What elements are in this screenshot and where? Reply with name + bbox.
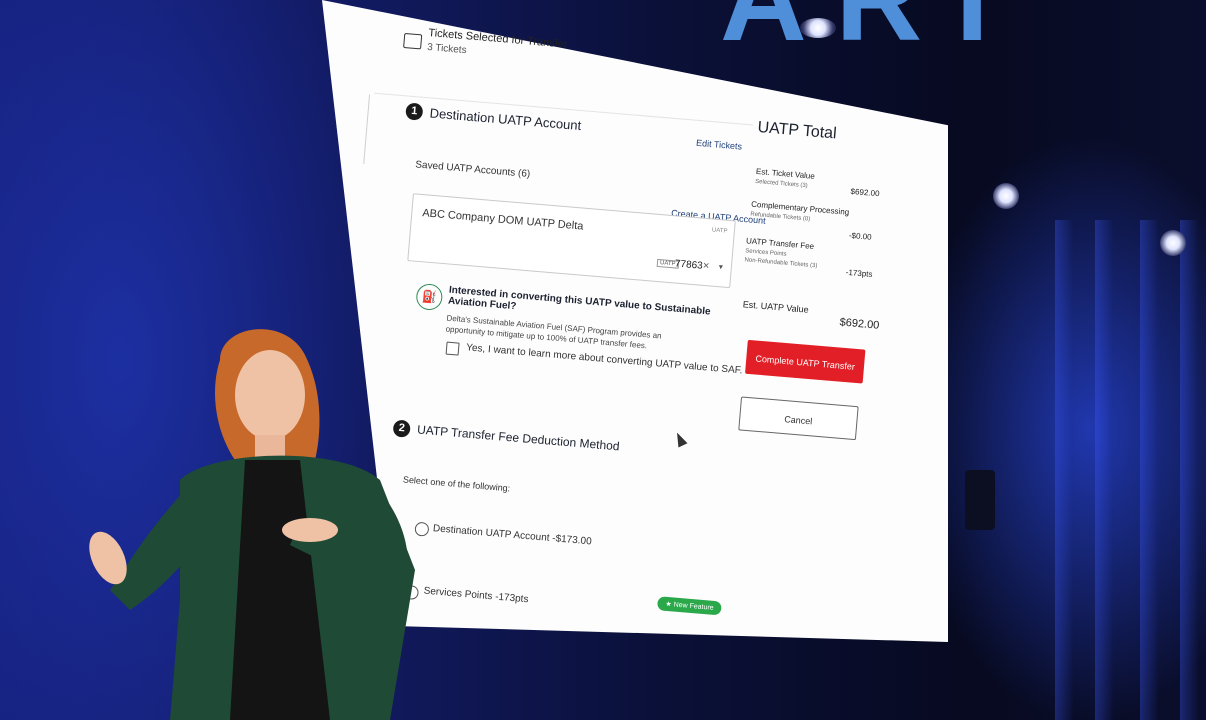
option-amount: -173pts	[494, 591, 529, 606]
step-1-title: Destination UATP Account	[429, 105, 582, 134]
chevron-down-icon[interactable]: ▾	[719, 262, 724, 271]
complete-uatp-transfer-button[interactable]: Complete UATP Transfer	[745, 339, 866, 384]
step-1-number: 1	[405, 102, 424, 121]
curtain-fold	[1140, 220, 1158, 720]
summary-row-value: -173pts	[845, 267, 873, 279]
option-amount: -$173.00	[551, 533, 593, 548]
saved-accounts-label: Saved UATP Accounts (6)	[414, 159, 531, 180]
account-name: ABC Company DOM UATP Delta	[421, 207, 584, 233]
new-feature-badge: ★ New Feature	[656, 596, 723, 616]
summary-row-value: $692.00	[850, 186, 880, 199]
est-uatp-value-label: Est. UATP Value	[742, 299, 810, 315]
tickets-count: 3 Tickets	[426, 41, 467, 57]
cancel-button[interactable]: Cancel	[738, 396, 859, 441]
est-uatp-value: $692.00	[839, 316, 880, 332]
uatp-total-title: UATP Total	[756, 118, 838, 143]
ticket-icon	[403, 32, 423, 50]
edit-tickets-link[interactable]: Edit Tickets	[696, 138, 743, 152]
stage-light	[1160, 230, 1186, 256]
summary-row-sub: Non-Refundable Tickets (3)	[744, 257, 818, 270]
account-tag: UATP	[711, 227, 728, 235]
summary-row-sub: Services Points	[745, 248, 787, 258]
destination-account-select[interactable]: ABC Company DOM UATP Delta UATP UATP 778…	[407, 193, 736, 289]
summary-row-value: -$0.00	[848, 230, 872, 242]
stage-light	[993, 183, 1019, 209]
curtain-fold	[1180, 220, 1198, 720]
clear-selection-icon[interactable]: ×	[702, 260, 709, 272]
curtain-fold	[1095, 220, 1113, 720]
camera-rig	[965, 470, 995, 530]
presenter	[89, 329, 415, 720]
curtain-fold	[1055, 220, 1073, 720]
stage-light	[800, 18, 836, 38]
fuel-pump-icon: ⛽	[415, 282, 444, 312]
summary-row-sub: Selected Tickets (3)	[754, 178, 808, 190]
account-number: 77863	[674, 258, 704, 272]
